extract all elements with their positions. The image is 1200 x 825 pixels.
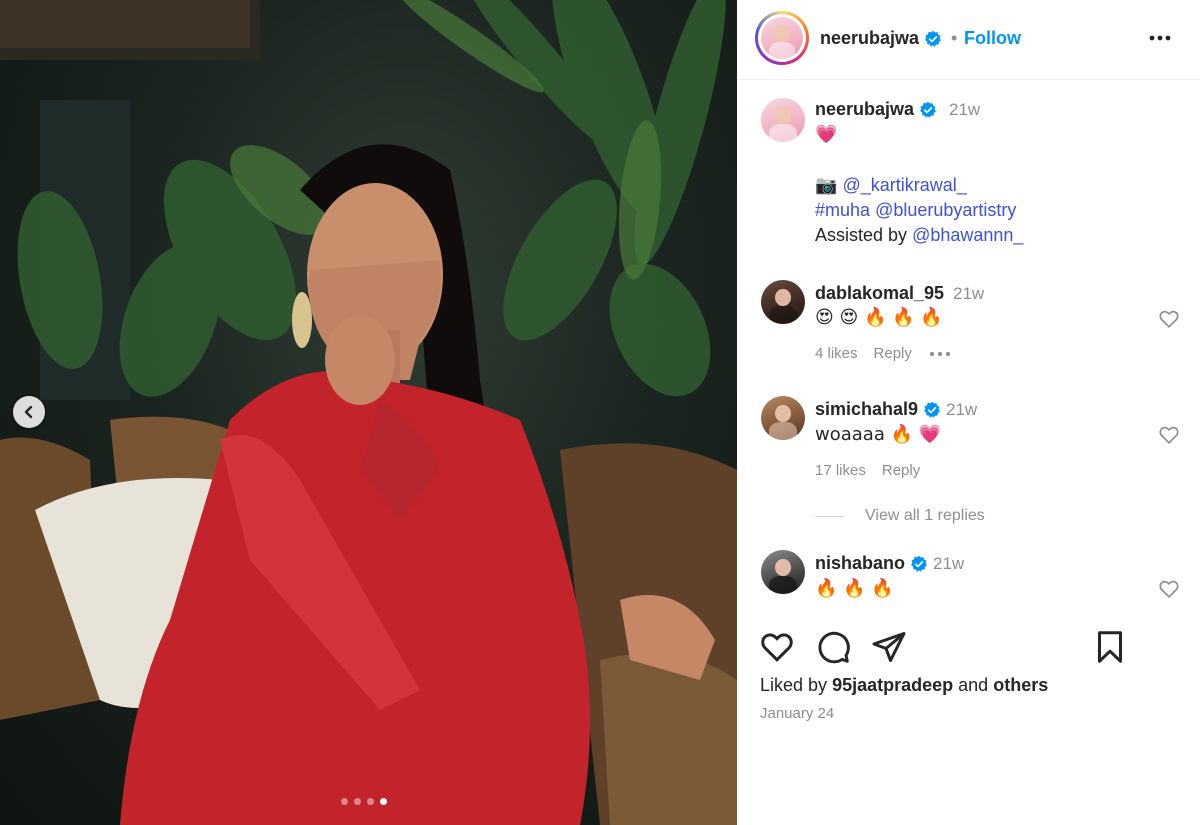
more-icon[interactable]	[928, 350, 952, 358]
verified-icon	[925, 31, 942, 48]
comment-avatar[interactable]	[761, 280, 805, 324]
liked-by-user-link[interactable]: 95jaatpradeep	[832, 675, 953, 695]
mention-makeup-link[interactable]: @bluerubyartistry	[875, 200, 1016, 220]
carousel-dot	[367, 798, 374, 805]
share-icon[interactable]	[871, 629, 907, 665]
caption-username-text[interactable]: neerubajwa	[815, 99, 914, 119]
camera-emoji: 📷	[815, 175, 838, 196]
assisted-by-text: Assisted by	[815, 225, 908, 245]
comment-timestamp[interactable]: 21w	[953, 284, 984, 304]
carousel-prev-button[interactable]	[13, 396, 45, 428]
comment-meta: 17 likes Reply	[815, 462, 920, 479]
comment-username-text[interactable]: nishabano	[815, 553, 905, 573]
comment-avatar[interactable]	[761, 550, 805, 594]
carousel-dot	[354, 798, 361, 805]
comment-likes-count[interactable]: 17 likes	[815, 462, 866, 479]
comment-username-text[interactable]: simichahal9	[815, 399, 918, 419]
caption-timestamp[interactable]: 21w	[949, 100, 980, 120]
comment-timestamp[interactable]: 21w	[933, 554, 964, 574]
comment-username[interactable]: nishabano	[815, 553, 928, 574]
heart-icon[interactable]	[1158, 308, 1180, 330]
liked-by-and: and	[958, 675, 989, 695]
mention-assistant-link[interactable]: @bhawannn_	[912, 225, 1023, 245]
post-date[interactable]: January 24	[760, 705, 834, 722]
comment-avatar[interactable]	[761, 396, 805, 440]
post-details-panel: neerubajwa • Follow neerubajwa 21w 💗 📷 @…	[737, 0, 1200, 825]
post-photo[interactable]	[0, 0, 737, 825]
dot-separator: •	[951, 28, 958, 48]
view-replies-button[interactable]: View all 1 replies	[815, 507, 985, 525]
author-username[interactable]: neerubajwa	[820, 28, 942, 49]
carousel-indicator	[341, 798, 387, 805]
liked-by-others-link[interactable]: others	[993, 675, 1048, 695]
mention-photographer-link[interactable]: @_kartikrawal_	[842, 175, 966, 195]
view-replies-text[interactable]: View all 1 replies	[865, 507, 985, 525]
author-username-text[interactable]: neerubajwa	[820, 28, 919, 48]
follow-button[interactable]: Follow	[964, 28, 1021, 49]
heart-icon[interactable]	[1158, 424, 1180, 446]
comment-reply-button[interactable]: Reply	[882, 462, 920, 479]
comment-reply-button[interactable]: Reply	[874, 345, 912, 362]
verified-icon	[920, 102, 937, 119]
more-icon[interactable]	[1148, 30, 1172, 46]
comment-username[interactable]: simichahal9	[815, 399, 941, 420]
heart-icon[interactable]	[1158, 578, 1180, 600]
liked-by-line: Liked by 95jaatpradeep and others	[760, 675, 1048, 696]
post-action-bar	[737, 625, 1200, 669]
comment-text: 😍 😍 🔥 🔥 🔥	[815, 307, 943, 328]
author-avatar[interactable]	[761, 17, 803, 59]
portrait-photo-image	[0, 0, 737, 825]
author-story-ring[interactable]	[755, 11, 809, 65]
comment-text: woaaaa 🔥 💗	[815, 424, 942, 445]
liked-by-prefix: Liked by	[760, 675, 828, 695]
caption-username[interactable]: neerubajwa	[815, 99, 937, 120]
caption-heart-emoji: 💗	[815, 124, 838, 145]
caption-assisted-line: Assisted by @bhawannn_	[815, 225, 1023, 246]
carousel-dot	[341, 798, 348, 805]
chevron-left-icon	[24, 405, 33, 419]
hashtag-link[interactable]: #muha	[815, 200, 870, 220]
comment-text: 🔥 🔥 🔥	[815, 578, 894, 599]
post-header: neerubajwa • Follow	[737, 0, 1200, 80]
caption-photographer-line: 📷 @_kartikrawal_	[815, 175, 967, 196]
verified-icon	[911, 556, 927, 573]
comment-icon[interactable]	[815, 629, 851, 665]
comment-likes-count[interactable]: 4 likes	[815, 345, 858, 362]
comment-username[interactable]: dablakomal_95	[815, 283, 944, 304]
bookmark-icon[interactable]	[1092, 629, 1128, 665]
comment-timestamp[interactable]: 21w	[946, 400, 977, 420]
caption-avatar[interactable]	[761, 98, 805, 142]
comment-meta: 4 likes Reply	[815, 345, 952, 362]
caption-credits-line: #muha @bluerubyartistry	[815, 200, 1016, 221]
carousel-dot-active	[380, 798, 387, 805]
replies-divider-line	[815, 515, 845, 517]
verified-icon	[924, 402, 941, 419]
like-heart-icon[interactable]	[759, 629, 795, 665]
